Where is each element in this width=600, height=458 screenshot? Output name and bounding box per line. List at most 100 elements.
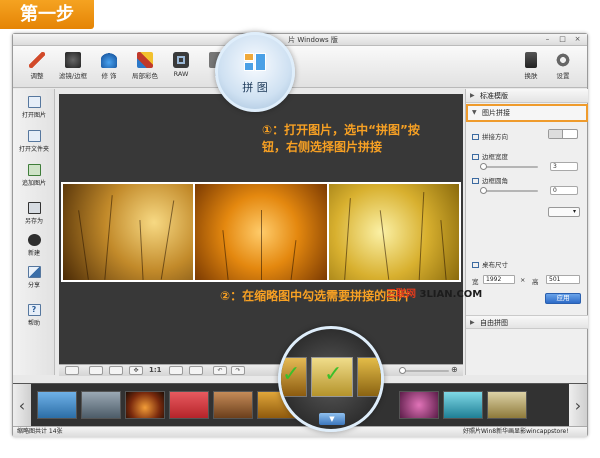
zoom-in-icon[interactable]: ⊕ (451, 365, 458, 374)
tool-adjust[interactable]: 调整 (19, 49, 55, 85)
apply-button[interactable]: 应用 (545, 293, 581, 304)
section-free-collage[interactable]: ▶ 自由拼图 (466, 315, 588, 329)
new-icon (27, 234, 41, 246)
thumbnail[interactable] (399, 391, 439, 419)
sidebar-item-label: 新建 (27, 250, 40, 257)
thumbnail[interactable] (37, 391, 77, 419)
border-width-icon (472, 154, 479, 160)
direction-toggle[interactable] (548, 129, 578, 139)
callout-step-1: ①：打开图片，选中“拼图”按钮，右侧选择图片拼接 (262, 123, 420, 154)
thumbnail-checked[interactable]: ✓ (281, 357, 307, 397)
collage-preview (61, 182, 461, 282)
section-image-collage[interactable]: ▼ 图片拼接 (466, 104, 588, 122)
sidebar-save-as[interactable]: 另存为 (13, 199, 55, 233)
tool-label: 局部彩色 (132, 72, 158, 80)
magnifier-thumbnail-selection: ✓ ✓ ▼ (278, 326, 384, 432)
collage-photo (63, 184, 193, 280)
thumbnail-prev-button[interactable]: ‹ (13, 384, 31, 427)
tool-label: 设置 (556, 72, 570, 80)
thumbnail[interactable] (125, 391, 165, 419)
direction-horizontal-button[interactable] (549, 130, 563, 138)
title-bar: 片 Windows 版 – □ × (13, 34, 587, 46)
border-color-picker[interactable]: ▾ (548, 207, 580, 217)
magnifier-collage-button[interactable]: 拼 图 (215, 32, 295, 112)
sidebar-item-label: 打开图片 (21, 112, 46, 119)
zoom-slider[interactable] (399, 367, 449, 374)
canvas-size-row: 桌布尺寸 (472, 259, 508, 269)
chevron-down-icon[interactable]: ▼ (319, 413, 345, 425)
thumbnail[interactable] (443, 391, 483, 419)
border-width-slider[interactable] (480, 163, 538, 170)
width-input[interactable]: 1992 (483, 275, 515, 284)
rotate-right-button[interactable] (189, 366, 203, 375)
maximize-button[interactable]: □ (558, 35, 567, 44)
open-folder-icon (27, 130, 41, 142)
add-image-icon (27, 164, 41, 176)
filter-icon (65, 52, 81, 68)
border-width-label: 边框宽度 (482, 153, 508, 161)
minimize-button[interactable]: – (543, 35, 552, 44)
frame-button[interactable] (89, 366, 103, 375)
border-radius-row: 边框圆角 (472, 175, 508, 185)
tool-settings[interactable]: 设置 (545, 49, 581, 85)
close-button[interactable]: × (573, 35, 582, 44)
thumbnail-checked[interactable]: ✓ (311, 357, 353, 397)
tool-replace-skin[interactable]: 换肤 (513, 49, 549, 85)
border-width-input[interactable]: 3 (550, 162, 578, 171)
sidebar-share[interactable]: 分享 (13, 263, 55, 297)
tool-filter-border[interactable]: 滤镜/边框 (55, 49, 91, 85)
border-radius-label: 边框圆角 (482, 177, 508, 185)
drop-icon (101, 52, 117, 68)
chevron-right-icon: ▶ (470, 92, 475, 99)
news-ticker[interactable]: 好照片Win8新华画显影wincappstore! (463, 427, 569, 437)
sidebar-add-image[interactable]: 追加图片 (13, 161, 55, 195)
watermark-prefix: 三联网 (386, 289, 416, 300)
sidebar-new[interactable]: 新建 (13, 231, 55, 265)
thumbnail-next-button[interactable]: › (569, 384, 587, 427)
tool-retouch[interactable]: 修 饰 (91, 49, 127, 85)
sidebar-item-label: 追加图片 (21, 180, 46, 187)
slider-knob[interactable] (480, 187, 487, 194)
times-sign: × (520, 276, 526, 284)
border-radius-slider[interactable] (480, 187, 538, 194)
collage-photo (329, 184, 459, 280)
sidebar-open-image[interactable]: 打开图片 (13, 93, 55, 127)
border-radius-input[interactable]: 0 (550, 186, 578, 195)
thumbnail[interactable] (81, 391, 121, 419)
sidebar-item-label: 帮助 (27, 320, 40, 327)
thumbnail[interactable] (213, 391, 253, 419)
thumbnail[interactable] (487, 391, 527, 419)
checkmark-icon: ✓ (324, 362, 343, 387)
slider-knob[interactable] (480, 163, 487, 170)
rotate-left-button[interactable] (169, 366, 183, 375)
thumbnail[interactable] (169, 391, 209, 419)
tool-partial-color[interactable]: 局部彩色 (127, 49, 163, 85)
canvas-size-label: 桌布尺寸 (482, 261, 508, 269)
gear-icon (555, 52, 571, 68)
save-icon (27, 202, 41, 214)
sidebar-open-folder[interactable]: 打开文件夹 (13, 127, 55, 161)
redo-button[interactable]: ↷ (231, 366, 245, 375)
print-button[interactable] (109, 366, 123, 375)
share-icon (27, 266, 41, 278)
canvas-toolbar: ✥ 1:1 ↶ ↷ ⊕ (59, 364, 463, 376)
checkmark-icon: ✓ (282, 362, 301, 387)
move-button[interactable]: ✥ (129, 366, 143, 375)
height-label: 高 (532, 278, 539, 286)
crop-button[interactable] (65, 366, 79, 375)
sidebar-item-label: 打开文件夹 (18, 146, 49, 153)
main-toolbar: 调整 滤镜/边框 修 饰 局部彩色 RAW H 换肤 设置 (13, 46, 587, 88)
direction-row: 拼接方向 (472, 131, 508, 141)
canvas-size-icon (472, 262, 479, 268)
tool-label: 滤镜/边框 (58, 72, 88, 80)
section-standard-template[interactable]: ▶ 标准模版 (466, 89, 588, 103)
open-image-icon (27, 96, 41, 108)
thumbnail[interactable] (357, 357, 381, 397)
sidebar-help[interactable]: ? 帮助 (13, 301, 55, 335)
zoom-actual-size[interactable]: 1:1 (149, 366, 162, 374)
section-label: 图片拼接 (482, 109, 510, 117)
undo-button[interactable]: ↶ (213, 366, 227, 375)
zoom-slider-knob[interactable] (399, 367, 406, 374)
height-input[interactable]: 501 (546, 275, 580, 284)
tool-raw[interactable]: RAW (163, 49, 199, 85)
